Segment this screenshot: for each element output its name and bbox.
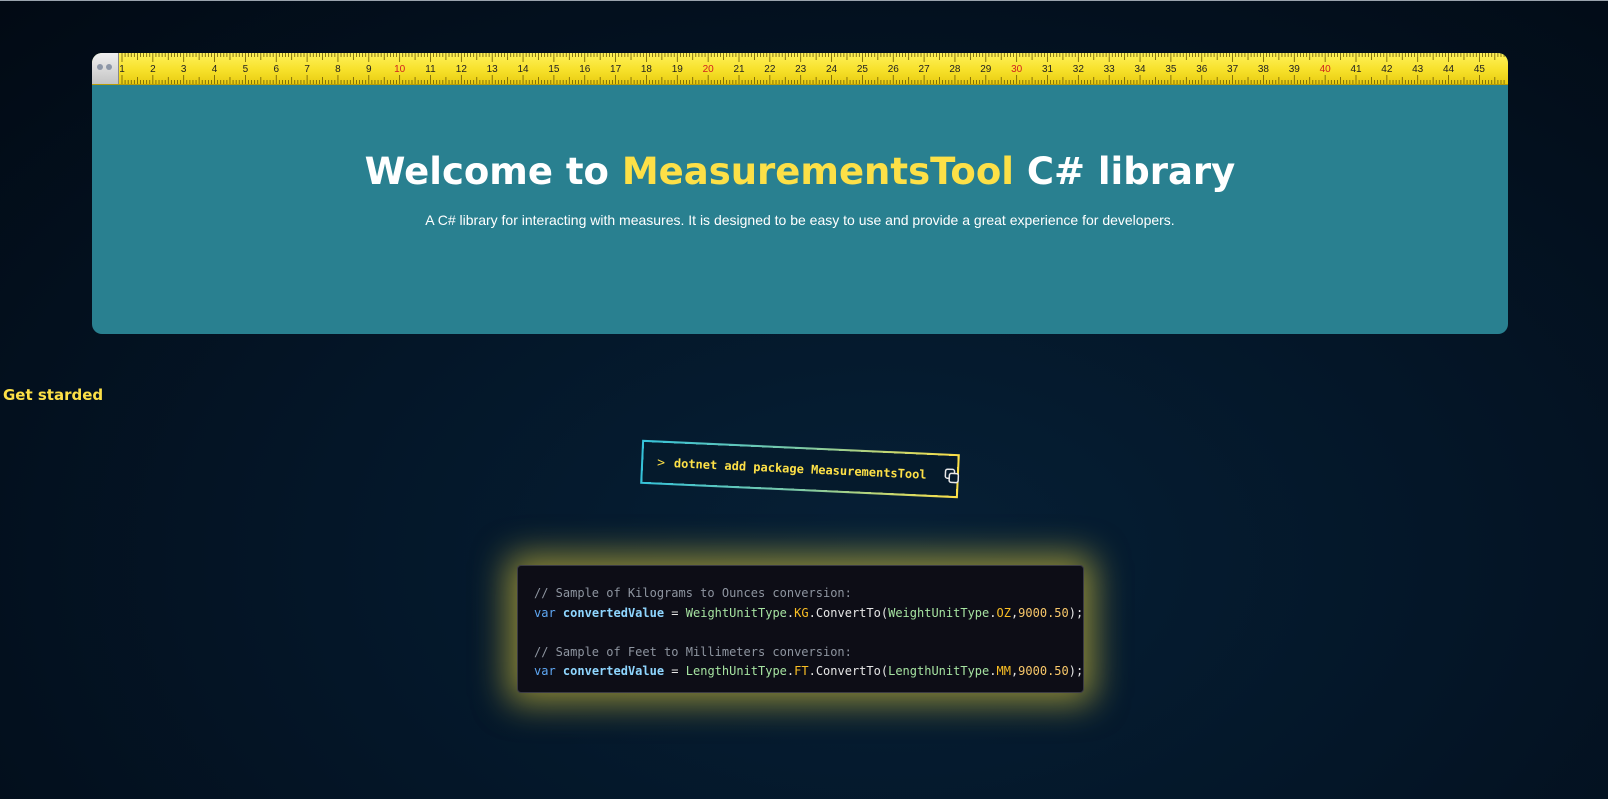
ruler-number: 32 xyxy=(1073,64,1085,75)
ruler-number: 31 xyxy=(1042,64,1054,75)
ruler-number: 37 xyxy=(1227,64,1239,75)
ruler-number: 12 xyxy=(456,64,468,75)
ruler-number: 40 xyxy=(1320,64,1332,75)
ruler-number: 39 xyxy=(1289,64,1301,75)
ruler-number: 16 xyxy=(579,64,591,75)
ruler-number: 8 xyxy=(335,64,341,75)
ruler-number: 30 xyxy=(1011,64,1023,75)
ruler-number: 24 xyxy=(826,64,838,75)
ruler-number: 43 xyxy=(1412,64,1424,75)
ruler-number: 44 xyxy=(1443,64,1455,75)
ruler-number: 3 xyxy=(181,64,187,75)
ruler-number: 29 xyxy=(980,64,992,75)
title-suffix: C# library xyxy=(1013,150,1236,193)
ruler-number: 27 xyxy=(919,64,931,75)
get-started-heading: Get starded xyxy=(3,386,104,404)
ruler-number: 19 xyxy=(672,64,684,75)
title-prefix: Welcome to xyxy=(364,150,622,193)
code-sample-block: // Sample of Kilograms to Ounces convers… xyxy=(517,565,1084,693)
ruler-number: 33 xyxy=(1104,64,1116,75)
ruler-decoration: 1 2 3 4 5 6 7 8 9 10 11 12 13 14 15 16 17 18 19 20 21 22 23 24 2… xyxy=(92,53,1508,85)
ruler-number: 9 xyxy=(366,64,372,75)
ruler-number: 13 xyxy=(487,64,499,75)
top-border-line xyxy=(0,0,1608,1)
ruler-number: 34 xyxy=(1134,64,1146,75)
ruler-number: 36 xyxy=(1196,64,1208,75)
ruler-number: 15 xyxy=(548,64,560,75)
ruler-number: 23 xyxy=(795,64,807,75)
ruler-number: 20 xyxy=(703,64,715,75)
code-line: // Sample of Feet to Millimeters convers… xyxy=(534,644,852,659)
rivet-icon xyxy=(97,64,103,70)
ruler-scale: 1 2 3 4 5 6 7 8 9 10 11 12 13 14 15 16 17 18 19 20 21 22 23 24 2… xyxy=(119,53,1505,84)
ruler-number: 21 xyxy=(733,64,745,75)
ruler-end-cap xyxy=(92,53,119,84)
ruler-number: 14 xyxy=(517,64,529,75)
code-line: var convertedValue = LengthUnitType.FT.C… xyxy=(534,664,1084,678)
page-title: Welcome to MeasurementsTool C# library xyxy=(92,150,1508,193)
ruler-number: 17 xyxy=(610,64,622,75)
ruler-number: 11 xyxy=(425,64,436,75)
prompt-chevron-icon: > xyxy=(656,455,666,471)
ruler-number: 5 xyxy=(243,64,249,75)
ruler-number: 10 xyxy=(394,64,406,75)
ruler-number: 2 xyxy=(150,64,156,75)
ruler-number: 35 xyxy=(1165,64,1177,75)
code-line: // Sample of Kilograms to Ounces convers… xyxy=(534,586,852,600)
ruler-number: 22 xyxy=(764,64,776,75)
ruler-number: 1 xyxy=(119,64,125,75)
copy-icon[interactable] xyxy=(943,468,960,485)
ruler-number: 6 xyxy=(273,64,279,75)
hero-subtitle: A C# library for interacting with measur… xyxy=(425,212,1175,228)
ruler-number: 18 xyxy=(641,64,653,75)
ruler-number: 38 xyxy=(1258,64,1270,75)
ruler-number: 45 xyxy=(1474,64,1486,75)
rivet-icon xyxy=(106,64,112,70)
ruler-number: 7 xyxy=(304,64,310,75)
ruler-number: 26 xyxy=(888,64,900,75)
ruler-number: 25 xyxy=(857,64,869,75)
title-accent: MeasurementsTool xyxy=(621,150,1014,193)
install-command-box[interactable]: > dotnet add package MeasurementsTool xyxy=(640,439,960,499)
install-command[interactable]: dotnet add package MeasurementsTool xyxy=(674,456,927,481)
hero-banner: 1 2 3 4 5 6 7 8 9 10 11 12 13 14 15 16 17 18 19 20 21 22 23 24 2… xyxy=(92,53,1508,334)
ruler-number: 42 xyxy=(1381,64,1393,75)
ruler-number: 28 xyxy=(949,64,961,75)
code-line: var convertedValue = WeightUnitType.KG.C… xyxy=(534,605,1084,620)
ruler-number: 41 xyxy=(1350,64,1362,75)
ruler-number: 4 xyxy=(212,64,218,75)
